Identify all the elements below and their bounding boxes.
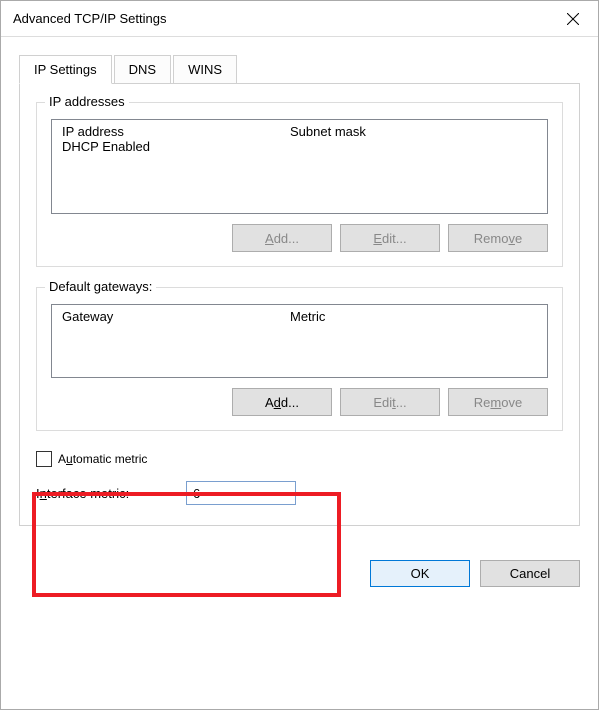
ip-col-subnet: Subnet mask xyxy=(290,124,537,139)
gw-edit-button[interactable]: Edit... xyxy=(340,388,440,416)
cancel-button[interactable]: Cancel xyxy=(480,560,580,587)
tab-dns[interactable]: DNS xyxy=(114,55,171,84)
metric-section: Automatic metric Interface metric: xyxy=(36,451,563,505)
ip-addresses-group: IP addresses IP address Subnet mask DHCP… xyxy=(36,102,563,267)
ip-buttons: Add... Edit... Remove xyxy=(51,224,548,252)
gw-buttons: Add... Edit... Remove xyxy=(51,388,548,416)
ip-col-address: IP address xyxy=(62,124,290,139)
ok-button[interactable]: OK xyxy=(370,560,470,587)
gw-remove-button[interactable]: Remove xyxy=(448,388,548,416)
close-icon xyxy=(567,13,579,25)
ip-edit-button[interactable]: Edit... xyxy=(340,224,440,252)
gateways-legend: Default gateways: xyxy=(45,279,156,294)
ip-addresses-list[interactable]: IP address Subnet mask DHCP Enabled xyxy=(51,119,548,214)
gw-col-gateway: Gateway xyxy=(62,309,290,324)
automatic-metric-label: Automatic metric xyxy=(58,452,147,466)
automatic-metric-row: Automatic metric xyxy=(36,451,563,467)
gateways-group: Default gateways: Gateway Metric Add... … xyxy=(36,287,563,431)
tab-panel: IP addresses IP address Subnet mask DHCP… xyxy=(19,84,580,526)
interface-metric-input[interactable] xyxy=(186,481,296,505)
gateways-list[interactable]: Gateway Metric xyxy=(51,304,548,378)
window-title: Advanced TCP/IP Settings xyxy=(13,11,166,26)
interface-metric-label: Interface metric: xyxy=(36,486,166,501)
titlebar: Advanced TCP/IP Settings xyxy=(1,1,598,37)
ip-list-header: IP address Subnet mask xyxy=(52,120,547,139)
close-button[interactable] xyxy=(548,1,598,37)
ip-addresses-legend: IP addresses xyxy=(45,94,129,109)
interface-metric-row: Interface metric: xyxy=(36,481,563,505)
ip-dhcp-label: DHCP Enabled xyxy=(62,139,290,154)
dialog-buttons: OK Cancel xyxy=(1,544,598,587)
gw-col-metric: Metric xyxy=(290,309,537,324)
ip-remove-button[interactable]: Remove xyxy=(448,224,548,252)
tab-wins[interactable]: WINS xyxy=(173,55,237,84)
gw-list-header: Gateway Metric xyxy=(52,305,547,324)
tab-ip-settings[interactable]: IP Settings xyxy=(19,55,112,84)
gw-add-button[interactable]: Add... xyxy=(232,388,332,416)
ip-list-row: DHCP Enabled xyxy=(52,139,547,154)
dialog-content: IP Settings DNS WINS IP addresses IP add… xyxy=(1,37,598,544)
ip-add-button[interactable]: Add... xyxy=(232,224,332,252)
automatic-metric-checkbox[interactable] xyxy=(36,451,52,467)
tab-strip: IP Settings DNS WINS xyxy=(19,55,580,84)
